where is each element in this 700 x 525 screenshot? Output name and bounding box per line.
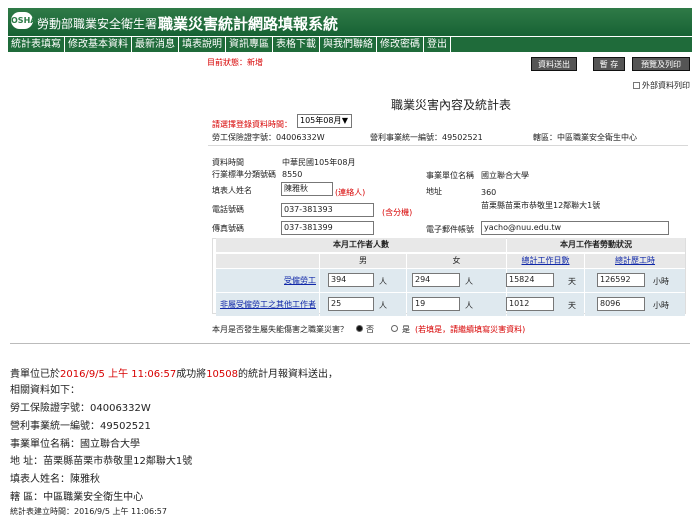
nav-item[interactable]: 表格下載 — [273, 37, 320, 52]
message-line: 填表人姓名：陳雅秋 — [10, 474, 100, 485]
unit-day: 天 — [568, 301, 576, 310]
radio-no-label: 否 — [366, 325, 374, 334]
data-time-value: 中華民國105年08月 — [282, 158, 356, 167]
female-header: 女 — [407, 254, 506, 268]
phone-note: (含分機) — [382, 208, 413, 217]
male-input-other[interactable]: 25 — [328, 297, 374, 311]
external-print-checkbox[interactable] — [633, 82, 640, 89]
top-nav: 統計表填寫 修改基本資料 最新消息 填表說明 資訊專區 表格下載 與我們聯絡 修… — [8, 37, 692, 52]
unit-person: 人 — [379, 301, 387, 310]
divider — [208, 145, 688, 146]
period-select[interactable]: 105年08月 ▼ — [297, 114, 352, 128]
nav-item[interactable]: 資訊專區 — [226, 37, 273, 52]
filler-input[interactable]: 陳雅秋 — [281, 182, 333, 196]
unit-label: 事業單位名稱 — [426, 171, 474, 180]
hours-input-employees[interactable]: 126592 — [597, 273, 645, 287]
female-input-other[interactable]: 19 — [412, 297, 460, 311]
app-header: OSHA 勞動部職業安全衛生署 職業災害統計網路填報系統 — [8, 8, 692, 36]
unit-person: 人 — [465, 277, 473, 286]
message-line: 事業單位名稱：國立聯合大學 — [10, 439, 140, 450]
unit-value: 國立聯合大學 — [481, 171, 529, 180]
nav-item[interactable]: 填表說明 — [179, 37, 226, 52]
workers-count-header: 本月工作者人數 — [216, 238, 506, 252]
nav-item[interactable]: 與我們聯絡 — [320, 37, 377, 52]
insurance-number: 勞工保險證字號：04006332W — [212, 133, 325, 142]
created-time: 統計表建立時間：2016/9/5 上午 11:06:57 — [10, 507, 167, 516]
radio-no[interactable] — [356, 325, 363, 332]
nav-item[interactable]: 最新消息 — [132, 37, 179, 52]
industry-value: 8550 — [282, 170, 303, 179]
unit-hour: 小時 — [653, 277, 669, 286]
status-text: 目前狀態：新增 — [207, 58, 263, 67]
phone-label: 電話號碼 — [212, 205, 244, 214]
message-first-line: 貴單位已於2016/9/5 上午 11:06:57成功將10508的統計月報資料… — [10, 365, 338, 380]
contact-person-note: (連絡人) — [335, 188, 366, 197]
external-print-label: 外部資料列印 — [642, 81, 690, 90]
nav-item[interactable]: 登出 — [424, 37, 451, 52]
period-select-value: 105年08月 — [300, 116, 342, 125]
message-line-2: 相關資料如下： — [10, 385, 80, 396]
work-days-header[interactable]: 總計工作日數 — [507, 254, 584, 268]
hours-input-other[interactable]: 8096 — [597, 297, 645, 311]
row-label-employees[interactable]: 受僱勞工 — [216, 269, 319, 292]
work-hours-header[interactable]: 總計歷工時 — [585, 254, 685, 268]
nav-item[interactable]: 統計表填寫 — [8, 37, 65, 52]
message-line: 地 址：苗栗縣苗栗市恭敬里12鄰聯大1號 — [10, 456, 193, 467]
unit-hour: 小時 — [653, 301, 669, 310]
industry-label: 行業標準分類號碼 — [212, 170, 276, 179]
message-prefix: 貴單位已於 — [10, 369, 60, 380]
labor-status-header: 本月工作者勞動狀況 — [507, 238, 685, 252]
message-line: 轄 區：中區職業安全衛生中心 — [10, 492, 144, 503]
period-label: 請選擇登錄資料時間： — [212, 120, 292, 129]
agency-name: 勞動部職業安全衛生署 — [37, 17, 158, 31]
days-input-employees[interactable]: 15824 — [506, 273, 554, 287]
chevron-down-icon: ▼ — [341, 116, 348, 125]
system-title: 職業災害統計網路填報系統 — [158, 15, 339, 33]
message-middle: 成功將 — [176, 369, 207, 380]
email-label: 電子郵件帳號 — [426, 225, 474, 234]
message-count: 10508 — [206, 369, 238, 380]
unified-number: 營利事業統一編號：49502521 — [370, 133, 483, 142]
address-value: 苗栗縣苗栗市恭敬里12鄰聯大1號 — [481, 201, 601, 210]
phone-input[interactable]: 037-381393 — [281, 203, 374, 217]
save-button[interactable]: 暫 存 — [593, 57, 625, 71]
accident-question: 本月是否發生屬失能傷害之職業災害？ — [212, 325, 348, 334]
fax-input[interactable]: 037-381399 — [281, 221, 374, 235]
header-spacer — [216, 254, 319, 268]
unit-person: 人 — [465, 301, 473, 310]
nav-item[interactable]: 修改密碼 — [377, 37, 424, 52]
email-input[interactable]: yacho@nuu.edu.tw — [481, 221, 669, 235]
district-text: 轄區：中區職業安全衛生中心 — [533, 133, 637, 142]
female-input-employees[interactable]: 294 — [412, 273, 460, 287]
days-input-other[interactable]: 1012 — [506, 297, 554, 311]
male-input-employees[interactable]: 394 — [328, 273, 374, 287]
row-label-other-workers[interactable]: 非屬受僱勞工之其他工作者 — [216, 293, 319, 316]
unit-day: 天 — [568, 277, 576, 286]
unit-person: 人 — [379, 277, 387, 286]
radio-yes-label: 是 — [402, 325, 410, 334]
form-title: 職業災害內容及統計表 — [391, 98, 512, 112]
address-code: 360 — [481, 188, 497, 197]
fax-label: 傳真號碼 — [212, 224, 244, 233]
divider — [10, 343, 690, 344]
nav-item[interactable]: 修改基本資料 — [65, 37, 132, 52]
male-header: 男 — [320, 254, 406, 268]
message-time: 2016/9/5 上午 11:06:57 — [60, 369, 177, 380]
preview-button[interactable]: 預覽及列印 — [632, 57, 690, 71]
message-line: 勞工保險證字號：04006332W — [10, 403, 151, 414]
message-line: 營利事業統一編號：49502521 — [10, 421, 151, 432]
osha-logo: OSHA — [11, 12, 36, 29]
message-suffix: 的統計月報資料送出， — [238, 369, 338, 380]
send-button[interactable]: 資料送出 — [531, 57, 577, 71]
filler-label: 填表人姓名 — [212, 186, 252, 195]
yes-note: (若填是，請繼續填寫災害資料) — [415, 325, 526, 334]
data-time-label: 資料時間 — [212, 158, 244, 167]
radio-yes[interactable] — [391, 325, 398, 332]
address-label: 地址 — [426, 187, 442, 196]
